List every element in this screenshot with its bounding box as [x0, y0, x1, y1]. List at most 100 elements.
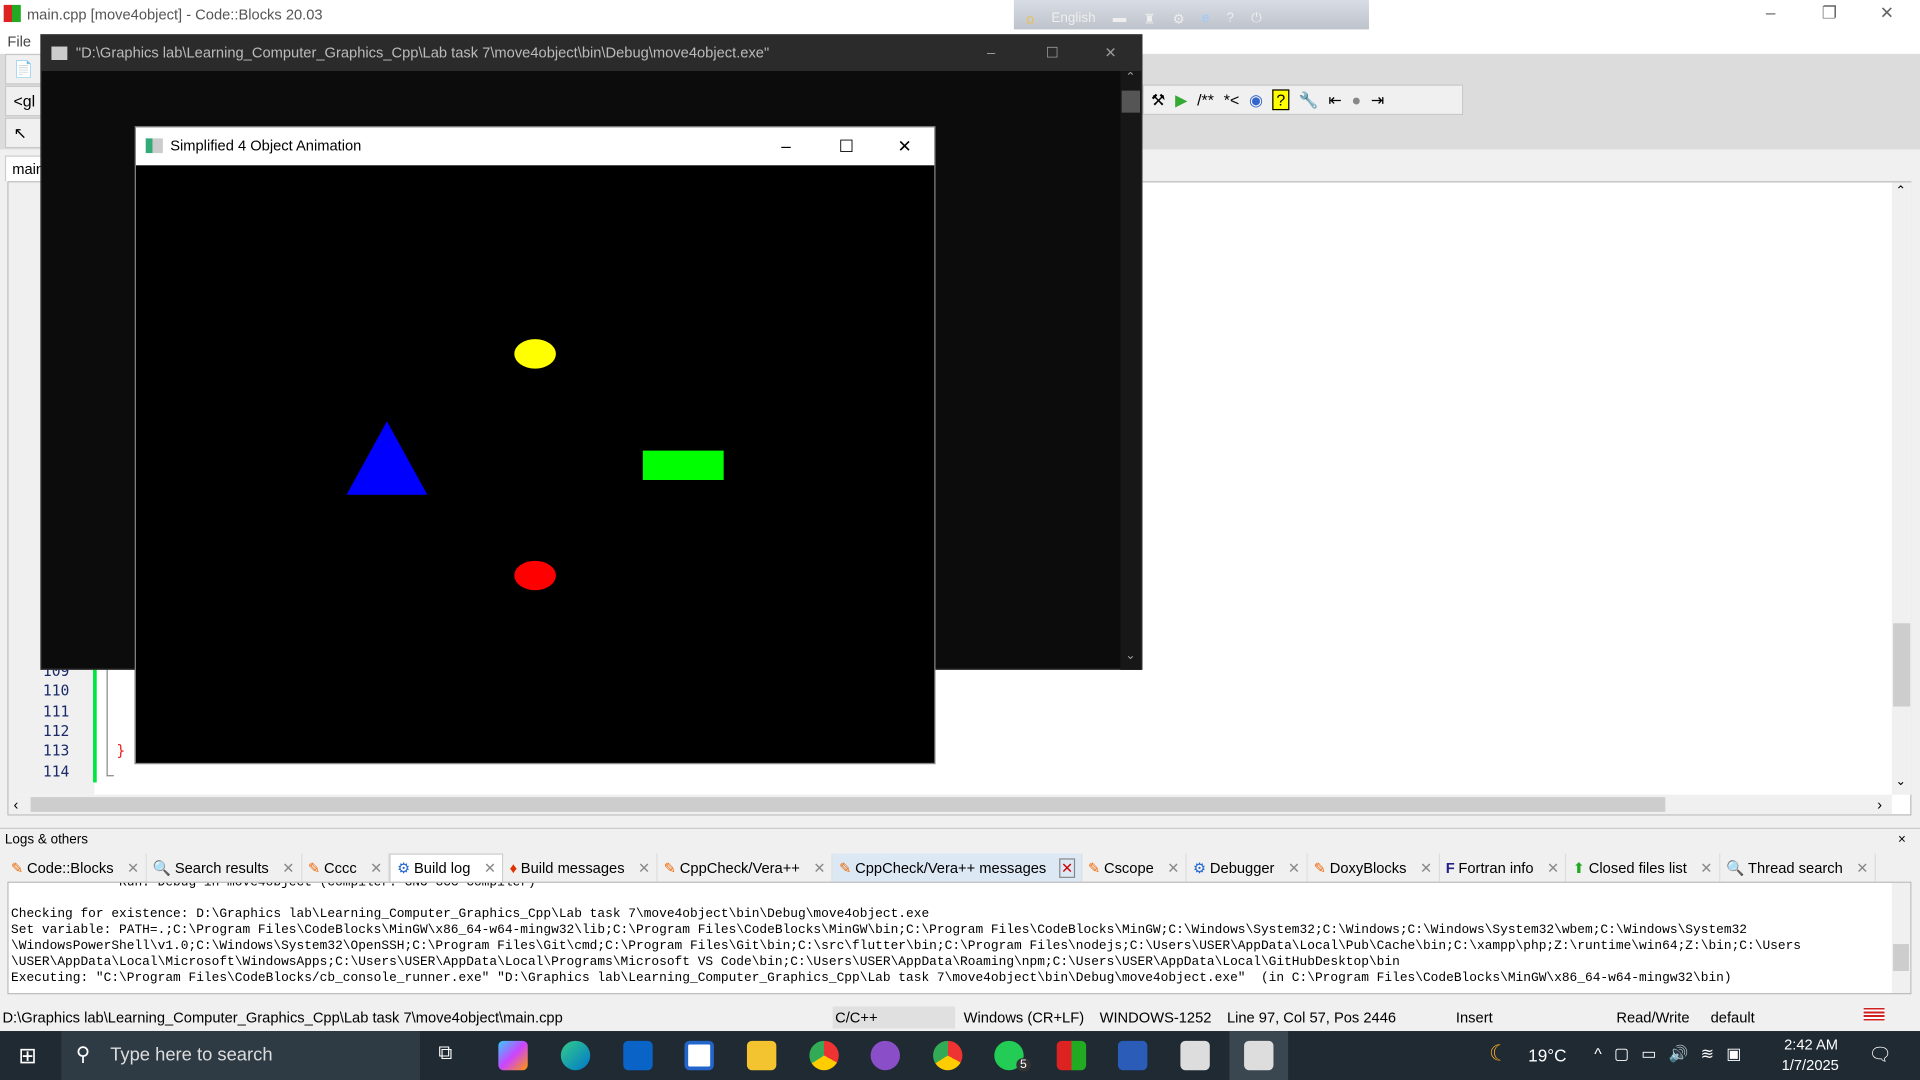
close-tab-icon[interactable]: ✕: [1856, 859, 1868, 876]
chrome-profile-icon[interactable]: [933, 1040, 963, 1071]
chrome-icon[interactable]: [809, 1040, 839, 1071]
close-tab-icon[interactable]: ✕: [1288, 859, 1300, 876]
close-tab-icon[interactable]: ✕: [1700, 859, 1712, 876]
vertical-scrollbar[interactable]: ⌃ ⌄: [1891, 182, 1912, 795]
tab-cppcheck[interactable]: ✎ CppCheck/Vera++ ✕: [657, 853, 834, 882]
console-close-button[interactable]: ✕: [1104, 36, 1116, 72]
app-title-bar: main.cpp [move4object] - Code::Blocks 20…: [0, 0, 1920, 30]
pointer-icon[interactable]: ↖: [13, 123, 26, 143]
help-icon[interactable]: ?: [1226, 11, 1234, 26]
weather-temp[interactable]: 19°C: [1528, 1046, 1566, 1066]
outlook-icon[interactable]: [623, 1040, 653, 1071]
taskbar: ⊞ ⚲ Type here to search ⧉ 5 ☾ 19°C ^▢▭🔊≋…: [0, 1031, 1920, 1080]
html-help-icon[interactable]: ◉: [1249, 90, 1263, 110]
close-tab-icon[interactable]: ✕: [1547, 859, 1559, 876]
input-method-icon[interactable]: ꭥ: [1026, 9, 1034, 27]
edge-icon[interactable]: [560, 1040, 591, 1071]
tab-build-messages[interactable]: ♦ Build messages ✕: [503, 853, 658, 882]
windows-start-icon[interactable]: ⊞: [18, 1043, 36, 1069]
tab-doxyblocks[interactable]: ✎ DoxyBlocks ✕: [1307, 853, 1440, 882]
scope-combo[interactable]: <gl: [13, 92, 35, 110]
language-selector[interactable]: English: [1051, 11, 1095, 26]
copilot-icon[interactable]: [498, 1040, 528, 1071]
log-line: Executing: "C:\Program Files\CodeBlocks/…: [11, 971, 1732, 986]
graphics-app-taskbar-button[interactable]: [1229, 1031, 1289, 1080]
blue-triangle: [346, 421, 428, 495]
tab-debugger[interactable]: ⚙ Debugger ✕: [1186, 853, 1308, 882]
gear-icon: ⚙: [397, 859, 411, 877]
notification-icon[interactable]: 🗨: [1869, 1043, 1892, 1065]
tab-cppcheck-messages[interactable]: ✎ CppCheck/Vera++ messages ✕: [833, 853, 1082, 882]
comment-line-icon[interactable]: *<: [1224, 91, 1239, 109]
tab-cccc[interactable]: ✎ Cccc ✕: [301, 853, 390, 882]
new-file-icon[interactable]: 📄: [13, 59, 33, 79]
preferences-icon[interactable]: 🔧: [1299, 90, 1319, 110]
clock-time[interactable]: 2:42 AM: [1784, 1036, 1838, 1053]
store-icon[interactable]: [684, 1040, 714, 1071]
console-minimize-button[interactable]: –: [987, 36, 995, 72]
settings-icon[interactable]: ⚙: [1173, 10, 1185, 27]
tab-cscope[interactable]: ✎ Cscope ✕: [1081, 853, 1187, 882]
close-tab-icon[interactable]: ✕: [127, 859, 139, 876]
chm-help-icon[interactable]: ?: [1272, 89, 1289, 111]
console-app-icon[interactable]: [1180, 1040, 1210, 1071]
ie-icon[interactable]: e: [1202, 11, 1210, 26]
power-icon[interactable]: ⏻: [1251, 10, 1262, 26]
close-tab-icon[interactable]: ✕: [1420, 859, 1432, 876]
graphics-window[interactable]: Simplified 4 Object Animation – ☐ ✕: [134, 126, 936, 765]
pencil-icon: ✎: [308, 858, 321, 877]
logs-close-button[interactable]: ×: [1898, 829, 1906, 851]
close-tab-icon[interactable]: ✕: [813, 859, 825, 876]
build-log-output[interactable]: Run: Debug in move4object (compiler: GNU…: [7, 881, 1912, 995]
graphics-maximize-button[interactable]: ☐: [839, 127, 854, 165]
scrollbar-thumb[interactable]: [1893, 623, 1911, 707]
tab-thread-search[interactable]: 🔍 Thread search ✕: [1719, 853, 1876, 882]
close-tab-icon[interactable]: ✕: [638, 859, 650, 876]
close-tab-icon[interactable]: ✕: [1059, 857, 1075, 878]
logs-tabs: ✎ Code::Blocks ✕ 🔍 Search results ✕ ✎ Cccc ✕ ⚙…: [4, 853, 1918, 882]
close-tab-icon[interactable]: ✕: [1167, 859, 1179, 876]
console-scroll-thumb[interactable]: [1121, 90, 1141, 113]
graphics-minimize-button[interactable]: –: [781, 127, 791, 165]
tools-icon[interactable]: ♜: [1143, 10, 1155, 27]
doxywizard-icon[interactable]: ⚒: [1151, 90, 1165, 110]
taskbar-search-box[interactable]: ⚲ Type here to search: [61, 1031, 421, 1080]
comment-block-icon[interactable]: /**: [1197, 91, 1214, 109]
close-tab-icon[interactable]: ✕: [484, 860, 496, 877]
tab-fortran-info[interactable]: F Fortran info ✕: [1439, 853, 1567, 882]
hscroll-thumb[interactable]: [30, 797, 1666, 812]
graphics-app-icon: [145, 138, 163, 154]
yellow-circle: [514, 339, 556, 369]
jump-forward-icon[interactable]: ⇥: [1371, 90, 1384, 110]
tab-closed-files[interactable]: ⬆ Closed files list ✕: [1566, 853, 1720, 882]
tab-codeblocks[interactable]: ✎ Code::Blocks ✕: [4, 853, 147, 882]
log-scrollbar[interactable]: [1891, 882, 1911, 994]
green-rectangle: [642, 450, 724, 481]
change-bar: [93, 660, 97, 783]
close-button[interactable]: ✕: [1869, 2, 1906, 23]
close-tab-icon[interactable]: ✕: [370, 859, 382, 876]
close-tab-icon[interactable]: ✕: [282, 859, 294, 876]
console-scrollbar[interactable]: ⌃ ⌄: [1120, 71, 1142, 670]
tab-search-results[interactable]: 🔍 Search results ✕: [146, 853, 302, 882]
codeblocks-taskbar-icon[interactable]: [1056, 1040, 1087, 1071]
minimize-button[interactable]: –: [1752, 2, 1789, 22]
keyboard-icon[interactable]: ▬: [1113, 11, 1126, 26]
fold-line: [106, 660, 114, 777]
extract-icon[interactable]: ▶: [1175, 90, 1187, 110]
jump-dot-icon[interactable]: ●: [1351, 91, 1361, 109]
menu-file[interactable]: File: [7, 33, 31, 50]
tab-build-log[interactable]: ⚙ Build log ✕: [389, 853, 504, 882]
horizontal-scrollbar[interactable]: ‹ ›: [8, 794, 1892, 815]
word-icon[interactable]: [1117, 1040, 1148, 1071]
task-view-icon[interactable]: ⧉: [438, 1043, 452, 1065]
console-maximize-button[interactable]: ☐: [1046, 36, 1059, 72]
file-explorer-icon[interactable]: [746, 1040, 777, 1071]
tray-icons[interactable]: ^▢▭🔊≋▣: [1594, 1044, 1753, 1064]
github-desktop-icon[interactable]: [870, 1040, 901, 1071]
clock-date[interactable]: 1/7/2025: [1782, 1057, 1839, 1074]
restore-button[interactable]: ❐: [1811, 2, 1848, 23]
jump-back-icon[interactable]: ⇤: [1328, 90, 1341, 110]
pencil-icon: ✎: [839, 858, 852, 877]
graphics-close-button[interactable]: ✕: [898, 127, 912, 165]
